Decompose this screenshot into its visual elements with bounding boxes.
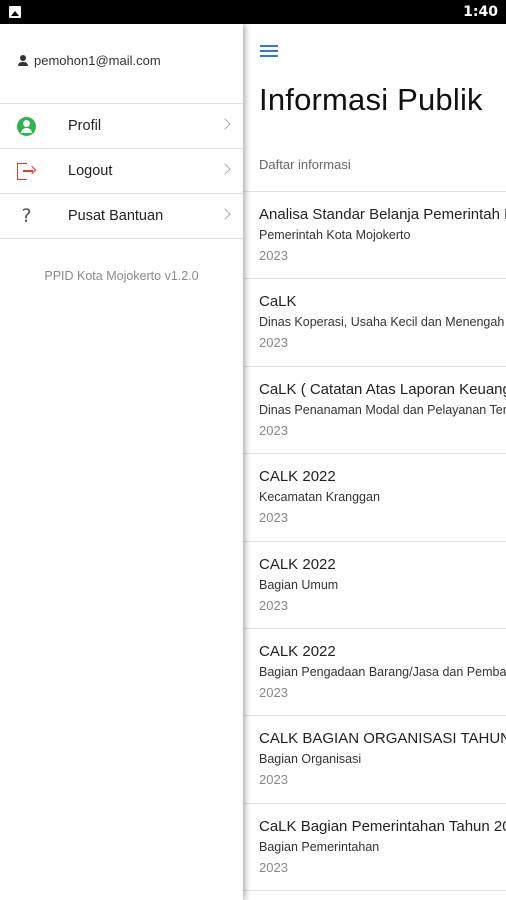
drawer-item-profil[interactable]: Profil [0,104,243,149]
item-year: 2023 [259,684,288,700]
item-year: 2023 [259,335,288,351]
list-item[interactable]: CALK 2022 Bagian Umum 2023 [243,542,506,629]
information-list: Analisa Standar Belanja Pemerintah Kota … [243,191,506,892]
item-title: Analisa Standar Belanja Pemerintah Kota … [259,206,506,223]
list-item[interactable]: CALK 2022 Kecamatan Kranggan 2023 [243,454,506,542]
item-title: CaLK ( Catatan Atas Laporan Keuangan ) [259,380,506,398]
list-item[interactable]: CALK BAGIAN ORGANISASI TAHUN 2022 Bagian… [243,716,506,804]
item-organization: Bagian Umum [259,577,339,592]
item-organization: Bagian Organisasi [259,752,362,767]
list-item[interactable]: Analisa Standar Belanja Pemerintah Kota … [243,192,506,280]
item-year: 2023 [259,510,288,526]
item-organization: Bagian Pengadaan Barang/Jasa dan Pembang… [259,664,506,679]
list-item[interactable]: CaLK ( Catatan Atas Laporan Keuangan ) D… [243,367,506,455]
list-item[interactable]: CALK 2022 Bagian Pengadaan Barang/Jasa d… [243,629,506,717]
drawer-menu: Profil Logout ? Pusat Bantuan [0,103,243,239]
item-organization: Dinas Koperasi, Usaha Kecil dan Menengah [259,315,505,330]
person-icon [17,54,29,67]
drawer-item-label: Pusat Bantuan [68,208,164,224]
main-content: Informasi Publik Daftar informasi Analis… [243,24,506,900]
page-title: Informasi Publik [259,82,483,117]
item-title: CaLK [259,293,297,311]
item-organization: Kecamatan Kranggan [259,490,380,505]
drawer-item-label: Logout [68,163,113,179]
user-email: pemohon1@mail.com [34,53,161,68]
list-item[interactable]: CaLK Dinas Koperasi, Usaha Kecil dan Men… [243,279,506,367]
app-version: PPID Kota Mojokerto v1.2.0 [44,269,199,283]
item-title: CALK 2022 [259,468,336,486]
chevron-right-icon [219,208,231,220]
navigation-drawer: pemohon1@mail.com Profil Logout ? Pusat … [0,24,243,900]
chevron-right-icon [219,118,231,130]
profile-icon [17,117,36,136]
hamburger-menu-icon[interactable] [260,45,280,59]
status-bar: 1:40 [0,0,506,24]
item-year: 2023 [259,248,288,263]
section-label: Daftar informasi [259,157,351,172]
user-account: pemohon1@mail.com [17,53,161,68]
item-organization: Dinas Penanaman Modal dan Pelayanan Terp… [259,402,506,417]
drawer-item-pusat-bantuan[interactable]: ? Pusat Bantuan [0,194,243,239]
item-title: CaLK Bagian Pemerintahan Tahun 2022 [259,817,506,835]
item-organization: Pemerintah Kota Mojokerto [259,228,411,242]
list-item[interactable]: CaLK Bagian Pemerintahan Tahun 2022 Bagi… [243,804,506,892]
item-title: CALK 2022 [259,555,336,573]
drawer-item-logout[interactable]: Logout [0,149,243,194]
item-title: CALK BAGIAN ORGANISASI TAHUN 2022 [259,730,506,748]
status-time: 1:40 [463,4,498,20]
help-icon: ? [21,205,32,227]
item-title: CALK 2022 [259,642,336,660]
item-year: 2023 [259,597,288,613]
drawer-item-label: Profil [68,118,102,134]
logout-icon [17,162,37,181]
chevron-right-icon [219,163,231,175]
image-icon [9,6,21,18]
item-organization: Bagian Pemerintahan [259,839,380,854]
item-year: 2023 [259,859,288,875]
item-year: 2023 [259,422,288,438]
item-year: 2023 [259,772,288,788]
